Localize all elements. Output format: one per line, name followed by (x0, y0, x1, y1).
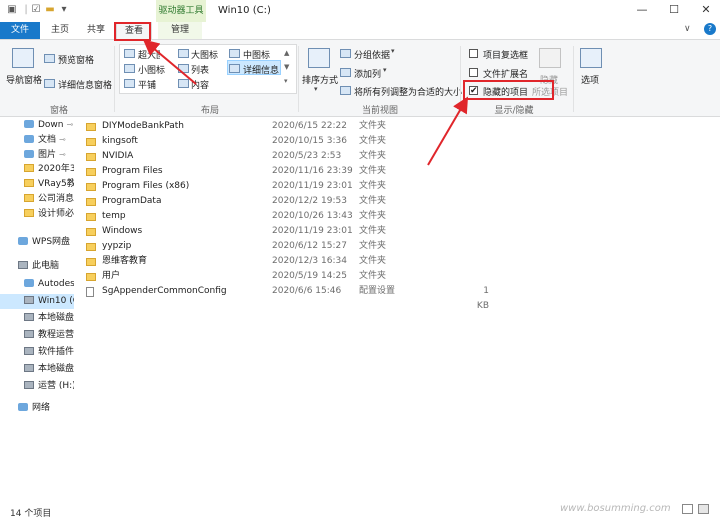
annotation-arrows (142, 39, 469, 166)
annotation-arrow-to-hidden-items (427, 96, 469, 166)
annotation-arrow-to-view-tab (142, 39, 197, 85)
